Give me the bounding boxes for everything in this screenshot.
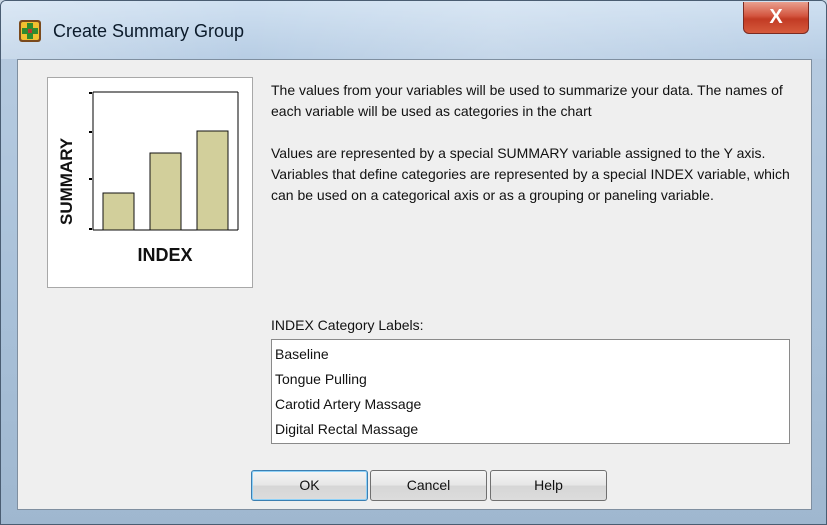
preview-tick xyxy=(89,131,92,133)
preview-y-axis-label: SUMMARY xyxy=(57,137,76,225)
category-item-digital-rectal-massage[interactable]: Digital Rectal Massage xyxy=(275,417,789,442)
preview-tick xyxy=(89,92,92,94)
dialog-body: SUMMARY INDEX The values from your varia… xyxy=(17,59,812,510)
title-bar[interactable]: Create Summary Group X xyxy=(1,1,826,59)
category-item-baseline[interactable]: Baseline xyxy=(275,342,789,367)
preview-tick xyxy=(89,228,92,230)
create-summary-group-dialog: Create Summary Group X SUMMARY INDEX The… xyxy=(0,0,827,525)
chart-preview-image: SUMMARY INDEX xyxy=(47,77,253,288)
app-icon xyxy=(19,20,41,42)
close-button[interactable]: X xyxy=(743,2,809,34)
cancel-button[interactable]: Cancel xyxy=(370,470,487,501)
preview-bar xyxy=(196,130,229,231)
description-paragraph-1: The values from your variables will be u… xyxy=(271,82,783,119)
chart-preview-graphic: SUMMARY INDEX xyxy=(57,91,239,265)
preview-tick xyxy=(89,178,92,180)
category-item-carotid-artery-massage[interactable]: Carotid Artery Massage xyxy=(275,392,789,417)
help-button[interactable]: Help xyxy=(490,470,607,501)
category-item-tongue-pulling[interactable]: Tongue Pulling xyxy=(275,367,789,392)
category-labels-list[interactable]: Baseline Tongue Pulling Carotid Artery M… xyxy=(271,339,790,444)
category-labels-heading: INDEX Category Labels: xyxy=(271,317,424,333)
window-title: Create Summary Group xyxy=(53,21,245,41)
description-paragraph-2: Values are represented by a special SUMM… xyxy=(271,145,790,203)
description-text: The values from your variables will be u… xyxy=(271,80,801,227)
preview-bar xyxy=(149,152,182,231)
preview-x-axis-label: INDEX xyxy=(137,245,192,265)
ok-button[interactable]: OK xyxy=(251,470,368,501)
preview-bar xyxy=(102,192,135,231)
